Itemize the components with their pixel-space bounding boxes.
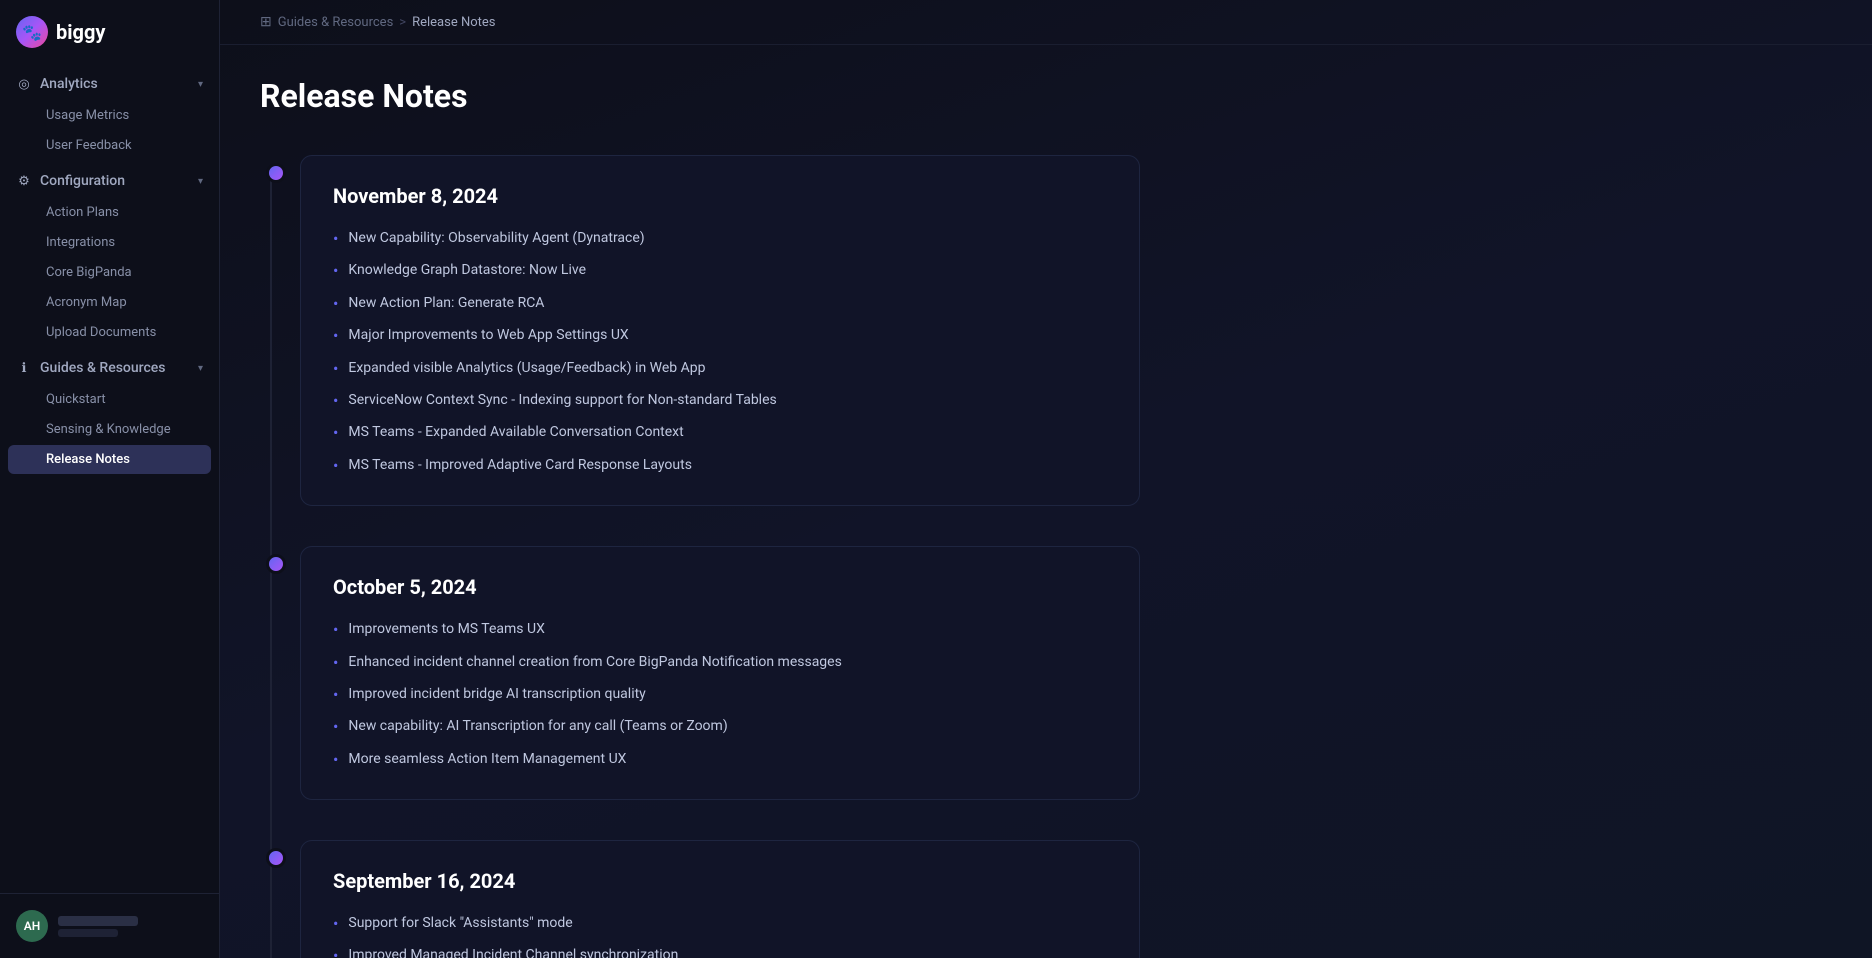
logo-text: biggy (56, 20, 105, 44)
release-item: Improved Managed Incident Channel synchr… (333, 945, 1107, 958)
sidebar-item-quickstart[interactable]: Quickstart (8, 385, 211, 414)
breadcrumb-icon: ⊞ (260, 14, 272, 30)
breadcrumb-current: Release Notes (412, 15, 495, 30)
avatar: AH (16, 910, 48, 942)
release-item: Enhanced incident channel creation from … (333, 652, 1107, 674)
release-card-0: November 8, 2024 New Capability: Observa… (300, 155, 1140, 506)
timeline-dot-0 (266, 163, 286, 183)
page-title: Release Notes (260, 77, 1140, 115)
release-date-2: September 16, 2024 (333, 869, 1107, 893)
release-item: New Action Plan: Generate RCA (333, 293, 1107, 315)
sidebar-bottom: AH (0, 893, 219, 958)
sidebar-section-analytics: ◎ Analytics ▾ Usage Metrics User Feedbac… (0, 68, 219, 161)
user-details (58, 916, 138, 937)
release-item: MS Teams - Expanded Available Conversati… (333, 422, 1107, 444)
release-item: MS Teams - Improved Adaptive Card Respon… (333, 455, 1107, 477)
analytics-icon: ◎ (16, 76, 32, 92)
release-date-0: November 8, 2024 (333, 184, 1107, 208)
sidebar: 🐾 biggy ◎ Analytics ▾ Usage Metrics User… (0, 0, 220, 958)
release-item: More seamless Action Item Management UX (333, 749, 1107, 771)
sidebar-item-upload-documents[interactable]: Upload Documents (8, 318, 211, 347)
sidebar-item-action-plans[interactable]: Action Plans (8, 198, 211, 227)
logo[interactable]: 🐾 biggy (0, 0, 219, 68)
release-item: ServiceNow Context Sync - Indexing suppo… (333, 390, 1107, 412)
timeline-dot-1 (266, 554, 286, 574)
release-item: Expanded visible Analytics (Usage/Feedba… (333, 358, 1107, 380)
sidebar-section-header-guides[interactable]: ℹ Guides & Resources ▾ (0, 352, 219, 384)
sidebar-section-guides-resources: ℹ Guides & Resources ▾ Quickstart Sensin… (0, 352, 219, 475)
breadcrumb: ⊞ Guides & Resources > Release Notes (220, 0, 1872, 45)
timeline: November 8, 2024 New Capability: Observa… (260, 155, 1140, 958)
user-info[interactable]: AH (16, 910, 203, 942)
sidebar-item-sensing-knowledge[interactable]: Sensing & Knowledge (8, 415, 211, 444)
release-items-0: New Capability: Observability Agent (Dyn… (333, 228, 1107, 477)
guides-label: Guides & Resources (40, 360, 166, 376)
release-card-1: October 5, 2024 Improvements to MS Teams… (300, 546, 1140, 800)
sidebar-item-acronym-map[interactable]: Acronym Map (8, 288, 211, 317)
sidebar-item-core-bigpanda[interactable]: Core BigPanda (8, 258, 211, 287)
analytics-label: Analytics (40, 76, 98, 92)
guides-chevron: ▾ (198, 363, 203, 374)
release-item: New Capability: Observability Agent (Dyn… (333, 228, 1107, 250)
release-item: New capability: AI Transcription for any… (333, 716, 1107, 738)
sidebar-item-usage-metrics[interactable]: Usage Metrics (8, 101, 211, 130)
release-card-2: September 16, 2024 Support for Slack "As… (300, 840, 1140, 958)
release-items-1: Improvements to MS Teams UX Enhanced inc… (333, 619, 1107, 771)
timeline-dot-2 (266, 848, 286, 868)
release-item: Knowledge Graph Datastore: Now Live (333, 260, 1107, 282)
release-item: Improvements to MS Teams UX (333, 619, 1107, 641)
sidebar-section-header-analytics[interactable]: ◎ Analytics ▾ (0, 68, 219, 100)
sidebar-item-integrations[interactable]: Integrations (8, 228, 211, 257)
configuration-icon: ⚙ (16, 173, 32, 189)
breadcrumb-parent[interactable]: Guides & Resources (278, 15, 394, 30)
breadcrumb-separator: > (399, 15, 406, 30)
logo-icon: 🐾 (16, 16, 48, 48)
sidebar-item-user-feedback[interactable]: User Feedback (8, 131, 211, 160)
analytics-chevron: ▾ (198, 79, 203, 90)
guides-icon: ℹ (16, 360, 32, 376)
user-role (58, 929, 118, 937)
release-item: Improved incident bridge AI transcriptio… (333, 684, 1107, 706)
sidebar-section-configuration: ⚙ Configuration ▾ Action Plans Integrati… (0, 165, 219, 348)
release-entry-1: October 5, 2024 Improvements to MS Teams… (300, 546, 1140, 800)
sidebar-section-header-configuration[interactable]: ⚙ Configuration ▾ (0, 165, 219, 197)
configuration-label: Configuration (40, 173, 125, 189)
release-item: Support for Slack "Assistants" mode (333, 913, 1107, 935)
user-name (58, 916, 138, 926)
sidebar-item-release-notes[interactable]: Release Notes (8, 445, 211, 474)
release-item: Major Improvements to Web App Settings U… (333, 325, 1107, 347)
configuration-chevron: ▾ (198, 176, 203, 187)
release-items-2: Support for Slack "Assistants" mode Impr… (333, 913, 1107, 958)
release-date-1: October 5, 2024 (333, 575, 1107, 599)
release-entry-0: November 8, 2024 New Capability: Observa… (300, 155, 1140, 506)
release-entry-2: September 16, 2024 Support for Slack "As… (300, 840, 1140, 958)
content-area: Release Notes November 8, 2024 New Capab… (220, 45, 1180, 958)
main-content: ⊞ Guides & Resources > Release Notes Rel… (220, 0, 1872, 958)
